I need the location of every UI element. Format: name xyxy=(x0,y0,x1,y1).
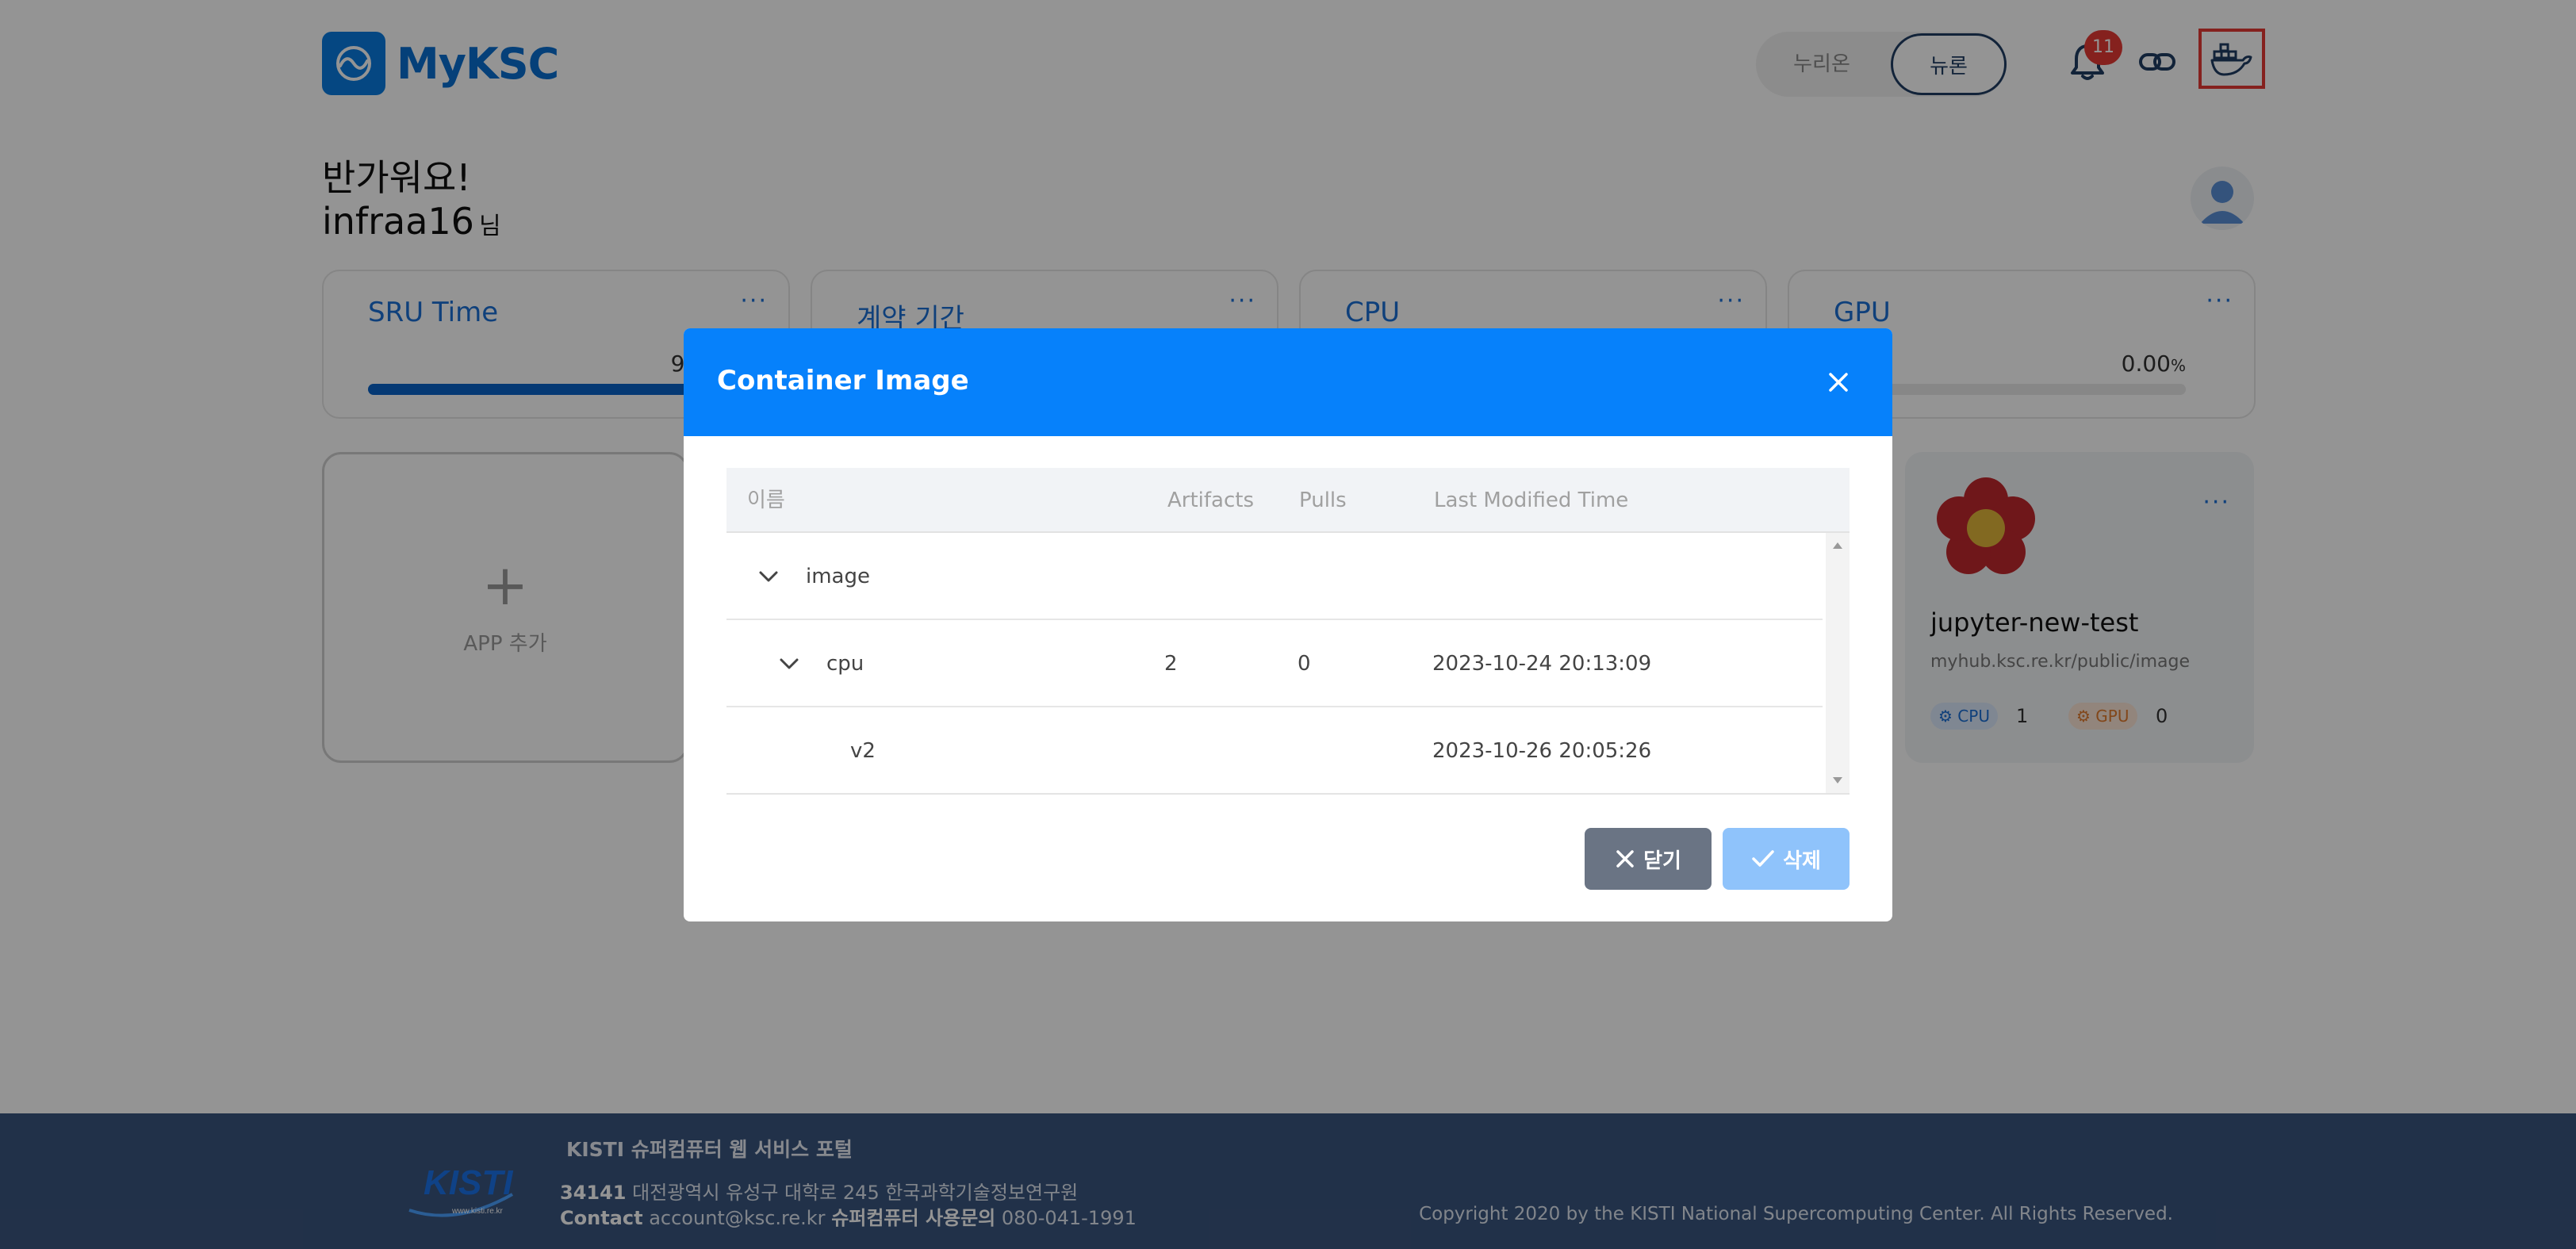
table-row[interactable]: v2 2023-10-26 20:05:26 xyxy=(726,707,1823,795)
row-pulls: 0 xyxy=(1298,652,1311,676)
column-name: 이름 xyxy=(747,488,785,512)
chevron-down-icon[interactable] xyxy=(755,563,782,590)
check-icon xyxy=(1752,850,1774,867)
chevron-down-icon[interactable] xyxy=(776,650,803,677)
row-modified: 2023-10-24 20:13:09 xyxy=(1432,652,1652,676)
image-table: 이름 Artifacts Pulls Last Modified Time im… xyxy=(726,468,1850,795)
table-header: 이름 Artifacts Pulls Last Modified Time xyxy=(726,468,1850,533)
column-artifacts: Artifacts xyxy=(1167,488,1255,512)
row-name: v2 xyxy=(850,739,876,763)
modal-title: Container Image xyxy=(717,365,969,397)
table-row[interactable]: cpu 2 0 2023-10-24 20:13:09 xyxy=(726,620,1823,707)
table-row[interactable]: image xyxy=(726,533,1823,620)
row-modified: 2023-10-26 20:05:26 xyxy=(1432,739,1652,763)
close-button-label: 닫기 xyxy=(1643,849,1681,873)
delete-button-label: 삭제 xyxy=(1783,849,1821,873)
table-scrollbar[interactable] xyxy=(1826,533,1850,793)
row-name: cpu xyxy=(826,652,864,676)
row-artifacts: 2 xyxy=(1164,652,1178,676)
delete-button[interactable]: 삭제 xyxy=(1723,828,1850,890)
column-modified: Last Modified Time xyxy=(1434,488,1629,512)
scroll-up-icon[interactable] xyxy=(1833,542,1842,549)
close-icon xyxy=(1616,850,1634,868)
column-pulls: Pulls xyxy=(1299,488,1347,512)
row-name: image xyxy=(806,565,870,588)
close-button[interactable]: 닫기 xyxy=(1585,828,1712,890)
container-image-modal: Container Image 이름 Artifacts Pulls Last … xyxy=(684,328,1892,921)
modal-header: Container Image xyxy=(684,328,1892,436)
scroll-down-icon[interactable] xyxy=(1833,777,1842,783)
close-icon[interactable] xyxy=(1816,360,1861,404)
